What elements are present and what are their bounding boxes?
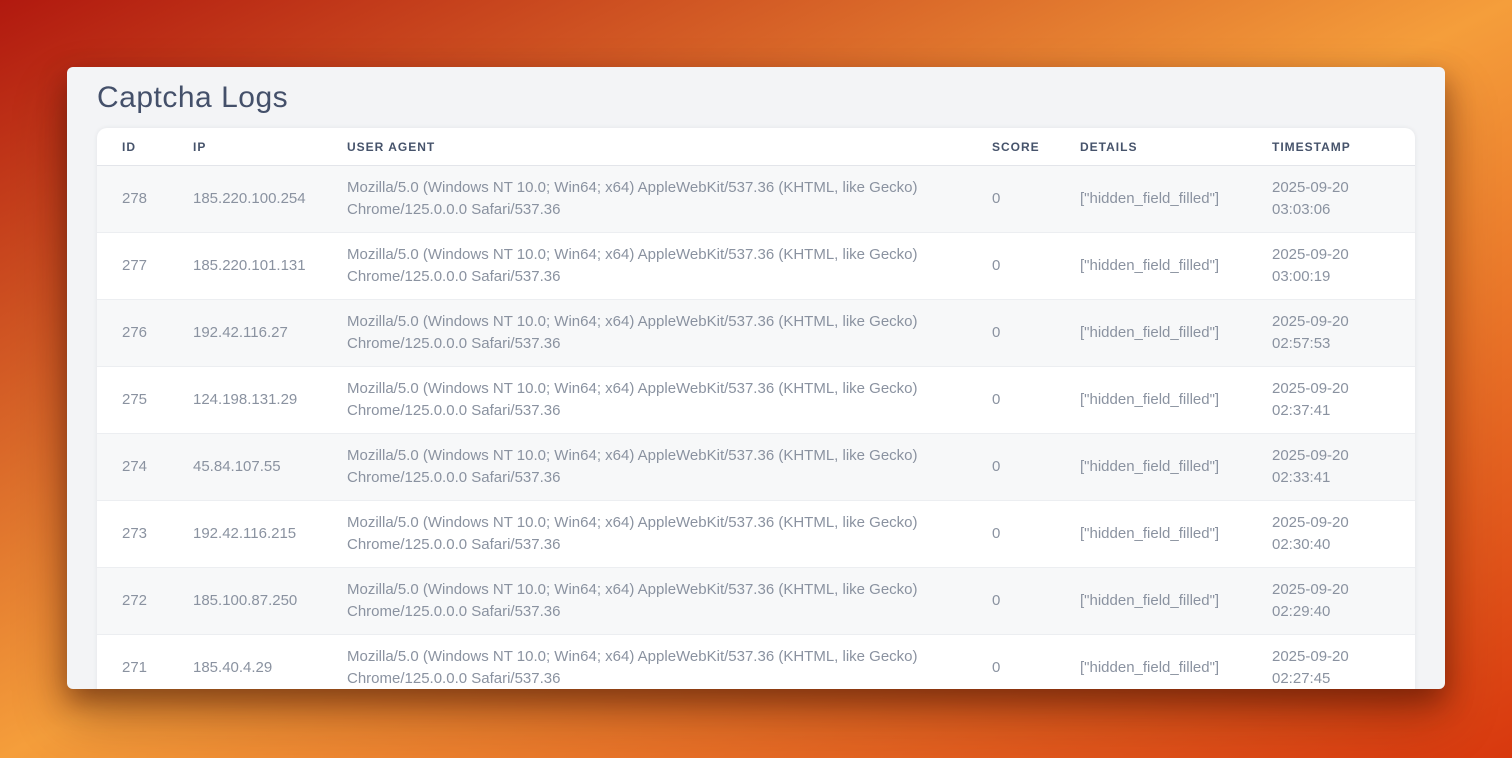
cell-user_agent: Mozilla/5.0 (Windows NT 10.0; Win64; x64…: [322, 501, 967, 568]
cell-ip: 124.198.131.29: [168, 367, 322, 434]
cell-score: 0: [967, 166, 1055, 233]
cell-timestamp: 2025-09-20 02:27:45: [1247, 635, 1415, 690]
table-row: 271185.40.4.29Mozilla/5.0 (Windows NT 10…: [97, 635, 1415, 690]
cell-score: 0: [967, 233, 1055, 300]
page-title: Captcha Logs: [97, 83, 1415, 113]
cell-details: ["hidden_field_filled"]: [1055, 501, 1247, 568]
cell-details: ["hidden_field_filled"]: [1055, 367, 1247, 434]
cell-timestamp: 2025-09-20 03:00:19: [1247, 233, 1415, 300]
cell-ip: 185.220.100.254: [168, 166, 322, 233]
cell-ip: 185.220.101.131: [168, 233, 322, 300]
cell-ip: 185.100.87.250: [168, 568, 322, 635]
cell-user_agent: Mozilla/5.0 (Windows NT 10.0; Win64; x64…: [322, 367, 967, 434]
column-header-user_agent: USER AGENT: [322, 128, 967, 166]
cell-details: ["hidden_field_filled"]: [1055, 635, 1247, 690]
cell-user_agent: Mozilla/5.0 (Windows NT 10.0; Win64; x64…: [322, 635, 967, 690]
captcha-logs-table: IDIPUSER AGENTSCOREDETAILSTIMESTAMP 2781…: [97, 128, 1415, 689]
cell-id: 271: [97, 635, 168, 690]
cell-score: 0: [967, 300, 1055, 367]
cell-details: ["hidden_field_filled"]: [1055, 300, 1247, 367]
cell-timestamp: 2025-09-20 02:33:41: [1247, 434, 1415, 501]
cell-score: 0: [967, 367, 1055, 434]
cell-user_agent: Mozilla/5.0 (Windows NT 10.0; Win64; x64…: [322, 166, 967, 233]
cell-ip: 185.40.4.29: [168, 635, 322, 690]
cell-user_agent: Mozilla/5.0 (Windows NT 10.0; Win64; x64…: [322, 568, 967, 635]
cell-ip: 192.42.116.27: [168, 300, 322, 367]
column-header-ip: IP: [168, 128, 322, 166]
table-row: 272185.100.87.250Mozilla/5.0 (Windows NT…: [97, 568, 1415, 635]
cell-id: 276: [97, 300, 168, 367]
cell-ip: 45.84.107.55: [168, 434, 322, 501]
captcha-logs-table-container: IDIPUSER AGENTSCOREDETAILSTIMESTAMP 2781…: [97, 128, 1415, 689]
cell-score: 0: [967, 434, 1055, 501]
cell-user_agent: Mozilla/5.0 (Windows NT 10.0; Win64; x64…: [322, 233, 967, 300]
cell-user_agent: Mozilla/5.0 (Windows NT 10.0; Win64; x64…: [322, 434, 967, 501]
cell-details: ["hidden_field_filled"]: [1055, 233, 1247, 300]
cell-id: 275: [97, 367, 168, 434]
cell-timestamp: 2025-09-20 02:29:40: [1247, 568, 1415, 635]
cell-id: 274: [97, 434, 168, 501]
cell-id: 272: [97, 568, 168, 635]
cell-user_agent: Mozilla/5.0 (Windows NT 10.0; Win64; x64…: [322, 300, 967, 367]
cell-ip: 192.42.116.215: [168, 501, 322, 568]
table-head: IDIPUSER AGENTSCOREDETAILSTIMESTAMP: [97, 128, 1415, 166]
cell-id: 273: [97, 501, 168, 568]
table-row: 273192.42.116.215Mozilla/5.0 (Windows NT…: [97, 501, 1415, 568]
cell-score: 0: [967, 635, 1055, 690]
captcha-logs-card: Captcha Logs IDIPUSER AGENTSCOREDETAILST…: [67, 67, 1445, 689]
table-body: 278185.220.100.254Mozilla/5.0 (Windows N…: [97, 166, 1415, 690]
cell-details: ["hidden_field_filled"]: [1055, 568, 1247, 635]
page-background: { "page": { "title": "Captcha Logs" }, "…: [0, 0, 1512, 758]
cell-score: 0: [967, 501, 1055, 568]
column-header-score: SCORE: [967, 128, 1055, 166]
table-row: 278185.220.100.254Mozilla/5.0 (Windows N…: [97, 166, 1415, 233]
cell-details: ["hidden_field_filled"]: [1055, 166, 1247, 233]
cell-timestamp: 2025-09-20 02:37:41: [1247, 367, 1415, 434]
column-header-id: ID: [97, 128, 168, 166]
column-header-timestamp: TIMESTAMP: [1247, 128, 1415, 166]
cell-timestamp: 2025-09-20 03:03:06: [1247, 166, 1415, 233]
cell-timestamp: 2025-09-20 02:30:40: [1247, 501, 1415, 568]
cell-id: 277: [97, 233, 168, 300]
table-row: 275124.198.131.29Mozilla/5.0 (Windows NT…: [97, 367, 1415, 434]
cell-id: 278: [97, 166, 168, 233]
cell-score: 0: [967, 568, 1055, 635]
table-header-row: IDIPUSER AGENTSCOREDETAILSTIMESTAMP: [97, 128, 1415, 166]
cell-timestamp: 2025-09-20 02:57:53: [1247, 300, 1415, 367]
table-row: 27445.84.107.55Mozilla/5.0 (Windows NT 1…: [97, 434, 1415, 501]
table-row: 277185.220.101.131Mozilla/5.0 (Windows N…: [97, 233, 1415, 300]
cell-details: ["hidden_field_filled"]: [1055, 434, 1247, 501]
table-row: 276192.42.116.27Mozilla/5.0 (Windows NT …: [97, 300, 1415, 367]
column-header-details: DETAILS: [1055, 128, 1247, 166]
